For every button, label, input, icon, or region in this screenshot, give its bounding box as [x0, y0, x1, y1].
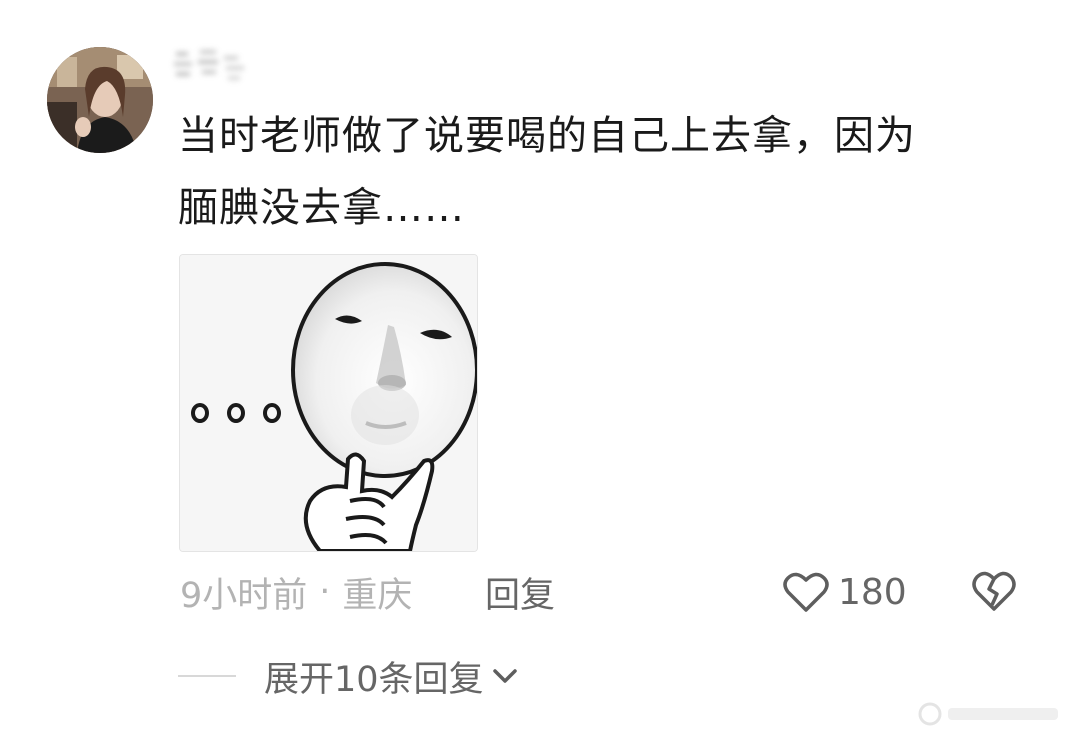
- heart-outline-icon: [783, 572, 829, 612]
- meta-separator: ·: [319, 572, 331, 612]
- comment-time: 9小时前: [180, 575, 308, 616]
- comment-line-2: 腼腆没去拿……: [178, 185, 465, 231]
- like-count: 180: [838, 571, 907, 613]
- thinking-face-sticker[interactable]: [179, 254, 478, 552]
- dislike-button[interactable]: [970, 567, 1018, 615]
- reply-button[interactable]: 回复: [485, 566, 555, 618]
- chevron-down-icon: [492, 669, 517, 683]
- expand-divider: [178, 675, 236, 677]
- reply-label: 回复: [485, 575, 556, 616]
- username-blurred[interactable]: [172, 44, 262, 92]
- comment-meta: 9小时前 · 重庆: [180, 566, 412, 618]
- expand-replies[interactable]: 展开10条回复: [178, 650, 518, 702]
- like-button[interactable]: 180: [782, 566, 907, 618]
- comment-location: 重庆: [342, 575, 413, 616]
- comment-text: 当时老师做了说要喝的自己上去拿，因为 腼腆没去拿……: [178, 100, 1018, 244]
- expand-replies-label: 展开10条回复: [264, 659, 484, 700]
- user-avatar[interactable]: [47, 47, 153, 153]
- broken-heart-icon: [972, 571, 1016, 611]
- watermark: [916, 700, 1066, 728]
- comment-line-1: 当时老师做了说要喝的自己上去拿，因为: [178, 113, 916, 159]
